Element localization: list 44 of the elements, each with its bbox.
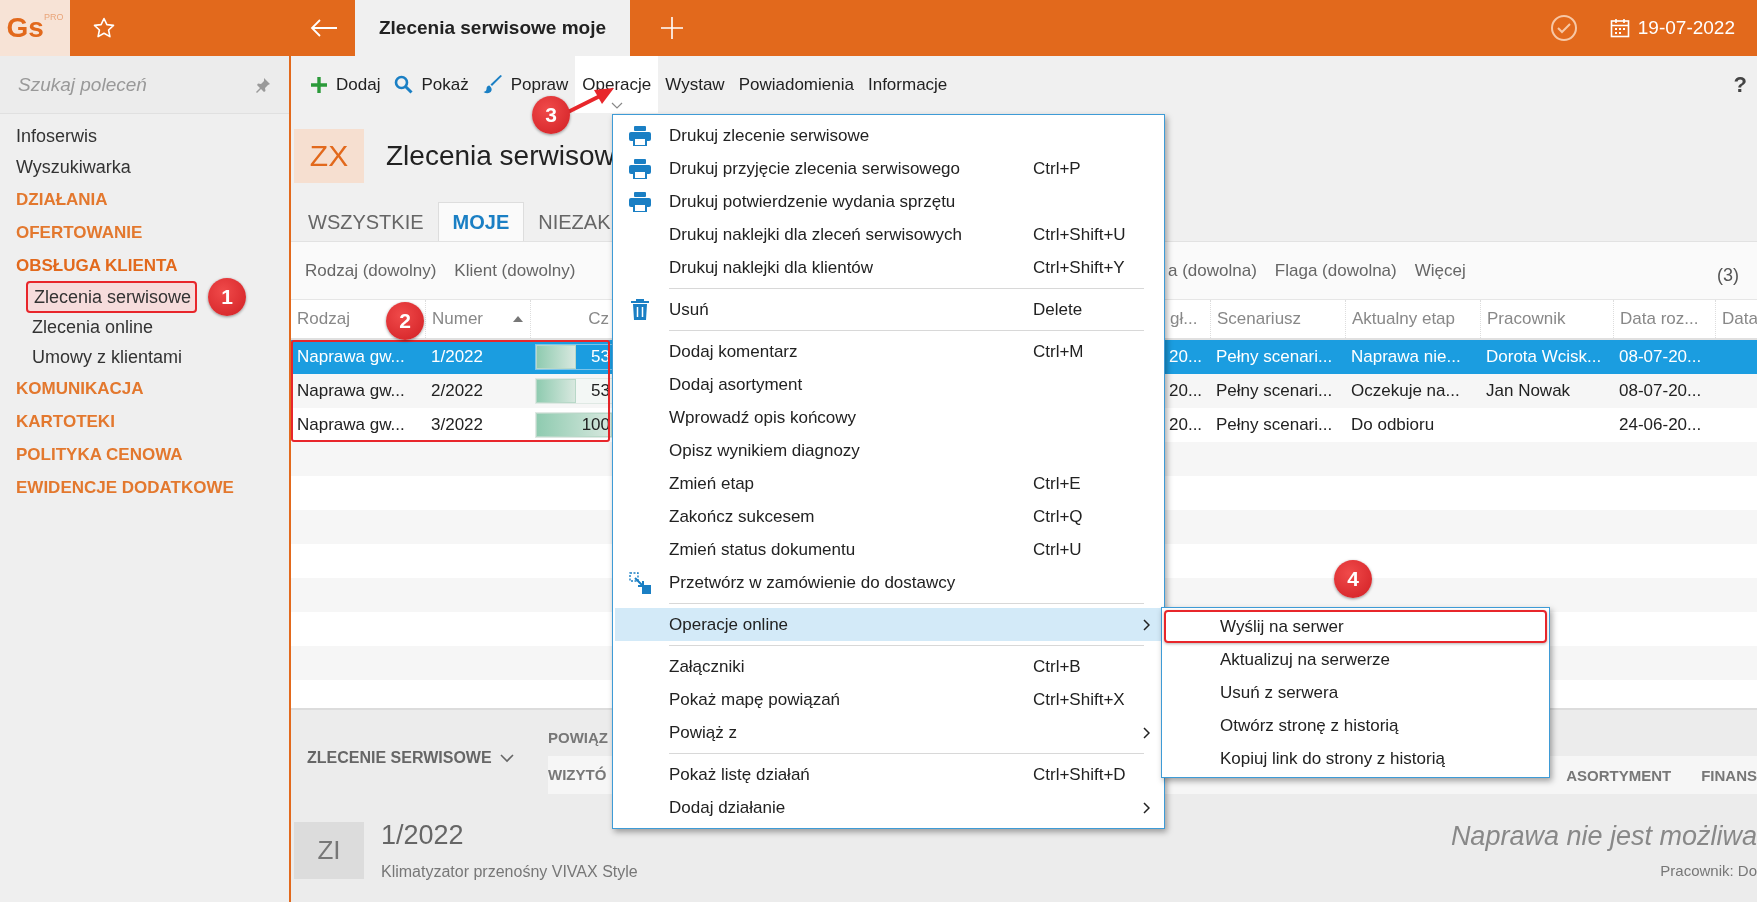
table-cell: Pełny scenari... (1216, 381, 1333, 401)
shortcut-text: Ctrl+Q (1033, 506, 1083, 527)
table-cell: Dorota Wcisk... (1486, 347, 1602, 367)
employee-text: Pracownik: Do (1660, 862, 1757, 879)
shortcut-text: Ctrl+Shift+U (1033, 224, 1126, 245)
table-cell: Naprawa gw... (297, 381, 405, 401)
shortcut-text: Ctrl+P (1033, 158, 1081, 179)
status-text: Naprawa nie jest możliwa (1450, 821, 1757, 852)
table-cell: Naprawa nie... (1351, 347, 1461, 367)
record-count: (3) (1717, 265, 1739, 286)
table-cell: 20... (1169, 347, 1203, 367)
shortcut-text: Ctrl+Shift+X (1033, 689, 1125, 710)
shortcut-text: Delete (1033, 299, 1083, 320)
table-cell: 2/2022 (431, 381, 483, 401)
table-cell: Naprawa gw... (297, 347, 405, 367)
document-number: 1/2022 (381, 819, 465, 851)
table-cell: Do odbioru (1351, 415, 1435, 435)
shortcut-text: Ctrl+U (1033, 539, 1082, 560)
table-cell: Pełny scenari... (1216, 415, 1333, 435)
shortcut-text: Ctrl+E (1033, 473, 1081, 494)
callout-badge: 3 (532, 96, 570, 134)
app-logo: Gs$^{PRO}$ (0, 0, 70, 56)
table-cell: 1/2022 (431, 347, 483, 367)
table-cell: Oczekuje na... (1351, 381, 1460, 401)
module-badge: ZX (294, 128, 364, 183)
table-cell: Naprawa gw... (297, 415, 405, 435)
table-cell: 08-07-20... (1619, 381, 1702, 401)
table-cell: 20... (1169, 381, 1203, 401)
table-cell: Jan Nowak (1486, 381, 1571, 401)
table-cell: Pełny scenari... (1216, 347, 1333, 367)
shortcut-text: Ctrl+Shift+Y (1033, 257, 1125, 278)
shortcut-text: Ctrl+B (1033, 656, 1081, 677)
document-description: Klimatyzator przenośny VIVAX Style (381, 862, 638, 881)
table-cell: 08-07-20... (1619, 347, 1702, 367)
table-cell: 20... (1169, 415, 1203, 435)
date-text: 19-07-2022 (1637, 17, 1735, 39)
shortcut-text: Ctrl+M (1033, 341, 1084, 362)
callout-badge: 1 (208, 278, 246, 316)
document-badge: ZI (294, 821, 364, 879)
shortcut-text: Ctrl+Shift+D (1033, 764, 1126, 785)
table-cell: 3/2022 (431, 415, 483, 435)
view-title: Zlecenia serwisow (386, 139, 615, 172)
table-cell: 24-06-20... (1619, 415, 1702, 435)
callout-badge: 2 (386, 302, 424, 340)
